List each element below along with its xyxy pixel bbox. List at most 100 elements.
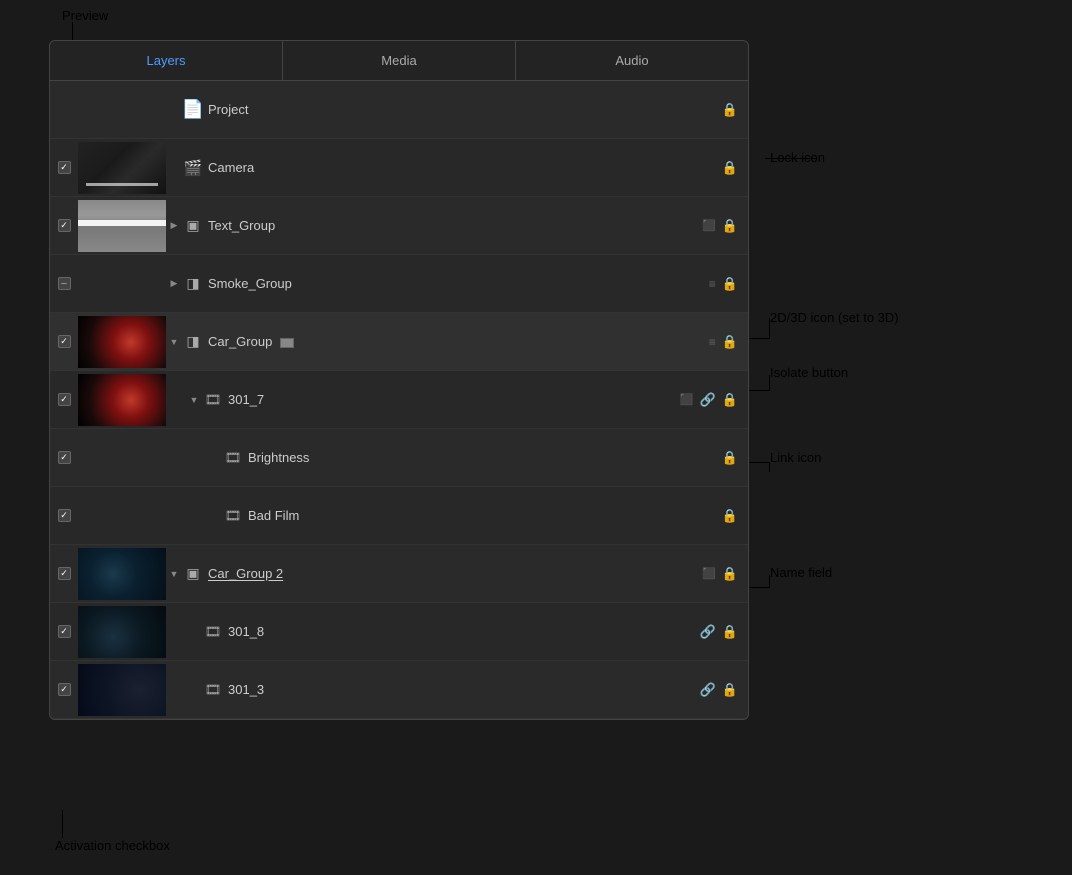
tab-bar: Layers Media Audio bbox=[50, 41, 748, 81]
car-group-2-checkbox-area[interactable] bbox=[50, 567, 78, 580]
301-3-actions: 🔗 🔒 bbox=[700, 682, 748, 698]
text-group-activation-checkbox[interactable] bbox=[58, 219, 71, 232]
car-group-activation-checkbox[interactable] bbox=[58, 335, 71, 348]
car-group-expand[interactable]: ▼ bbox=[166, 334, 182, 350]
brightness-checkbox-area[interactable] bbox=[50, 451, 78, 464]
layer-row-301-8: 🎞 301_8 🔗 🔒 bbox=[50, 603, 748, 661]
301-8-lock-icon[interactable]: 🔒 bbox=[722, 624, 738, 640]
301-8-icon: 🎞 bbox=[202, 624, 224, 640]
layers-list: 📄 Project 🔒 🎬 Camera 🔒 ▶ bbox=[50, 81, 748, 719]
layer-row-bad-film: 🎞 Bad Film 🔒 bbox=[50, 487, 748, 545]
camera-activation-checkbox[interactable] bbox=[58, 161, 71, 174]
car-group-icon: ◨ bbox=[182, 333, 204, 350]
project-actions: 🔒 bbox=[722, 102, 748, 118]
text-group-expand[interactable]: ▶ bbox=[166, 218, 182, 234]
isolate-annotation-label: Isolate button bbox=[770, 365, 848, 380]
smoke-group-icon: ◨ bbox=[182, 275, 204, 292]
layer-row-smoke-group: ▶ ◨ Smoke_Group ≡ 🔒 bbox=[50, 255, 748, 313]
301-8-activation-checkbox[interactable] bbox=[58, 625, 71, 638]
layer-row-301-3: 🎞 301_3 🔗 🔒 bbox=[50, 661, 748, 719]
car-group-name: Car_Group bbox=[204, 334, 709, 349]
layer-row-brightness: 🎞 Brightness 🔒 bbox=[50, 429, 748, 487]
car-group-2-expand[interactable]: ▼ bbox=[166, 566, 182, 582]
link-annotation-line-h bbox=[748, 462, 770, 463]
301-7-checkbox-area[interactable] bbox=[50, 393, 78, 406]
name-annotation-label: Name field bbox=[770, 565, 832, 580]
isolate-annotation-line-v bbox=[769, 375, 770, 391]
layer-row-car-group: ▼ ◨ Car_Group ≡ 🔒 bbox=[50, 313, 748, 371]
layer-row-text-group: ▶ ▣ Text_Group ⬛ 🔒 bbox=[50, 197, 748, 255]
project-lock-icon[interactable]: 🔒 bbox=[722, 102, 738, 118]
text-group-checkbox-area[interactable] bbox=[50, 219, 78, 232]
301-8-no-expand bbox=[186, 624, 202, 640]
camera-icon: 🎬 bbox=[182, 159, 204, 177]
car-group-3d-icon[interactable]: ≡ bbox=[709, 335, 716, 349]
link-annotation-label: Link icon bbox=[770, 450, 821, 465]
car-group-isolate-button[interactable] bbox=[280, 338, 294, 348]
brightness-name: Brightness bbox=[244, 450, 722, 465]
project-icon: 📄 bbox=[182, 99, 204, 120]
301-3-checkbox-area[interactable] bbox=[50, 683, 78, 696]
bad-film-checkbox-area[interactable] bbox=[50, 509, 78, 522]
text-group-lock-icon[interactable]: 🔒 bbox=[722, 218, 738, 234]
301-3-link-icon[interactable]: 🔗 bbox=[700, 682, 716, 698]
brightness-lock-icon[interactable]: 🔒 bbox=[722, 450, 738, 466]
301-3-icon: 🎞 bbox=[202, 682, 224, 698]
brightness-no-expand bbox=[206, 450, 222, 466]
smoke-group-expand[interactable]: ▶ bbox=[166, 276, 182, 292]
301-8-actions: 🔗 🔒 bbox=[700, 624, 748, 640]
preview-annotation-label: Preview bbox=[62, 8, 108, 23]
activation-annotation-line-v bbox=[62, 810, 63, 838]
car-group-2-name[interactable]: Car_Group 2 bbox=[204, 566, 702, 581]
smoke-group-checkbox-area[interactable] bbox=[50, 277, 78, 290]
project-no-expand bbox=[166, 102, 182, 118]
lock-annotation-line bbox=[765, 158, 817, 159]
bad-film-activation-checkbox[interactable] bbox=[58, 509, 71, 522]
smoke-group-activation-checkbox[interactable] bbox=[58, 277, 71, 290]
text-group-name: Text_Group bbox=[204, 218, 702, 233]
smoke-group-name: Smoke_Group bbox=[204, 276, 709, 291]
car-group-2-thumbnail bbox=[78, 548, 166, 600]
301-7-isolate-icon[interactable]: ⬛ bbox=[680, 393, 694, 406]
car-group-checkbox-area[interactable] bbox=[50, 335, 78, 348]
car-group-thumbnail bbox=[78, 316, 166, 368]
smoke-group-actions: ≡ 🔒 bbox=[709, 276, 748, 292]
301-8-checkbox-area[interactable] bbox=[50, 625, 78, 638]
301-8-link-icon[interactable]: 🔗 bbox=[700, 624, 716, 640]
301-7-lock-icon[interactable]: 🔒 bbox=[722, 392, 738, 408]
301-3-lock-icon[interactable]: 🔒 bbox=[722, 682, 738, 698]
camera-thumbnail bbox=[78, 142, 166, 194]
layers-panel: Layers Media Audio 📄 Project 🔒 bbox=[49, 40, 749, 720]
bad-film-lock-icon[interactable]: 🔒 bbox=[722, 508, 738, 524]
301-8-thumbnail bbox=[78, 606, 166, 658]
tab-audio[interactable]: Audio bbox=[516, 41, 748, 80]
tab-layers[interactable]: Layers bbox=[50, 41, 283, 80]
smoke-group-lock-icon[interactable]: 🔒 bbox=[722, 276, 738, 292]
name-annotation-line-v bbox=[769, 575, 770, 588]
text-group-isolate-icon[interactable]: ⬛ bbox=[702, 219, 716, 232]
301-7-expand[interactable]: ▼ bbox=[186, 392, 202, 408]
bad-film-no-expand bbox=[206, 508, 222, 524]
301-3-thumbnail bbox=[78, 664, 166, 716]
car-group-2-isolate-icon[interactable]: ⬛ bbox=[702, 567, 716, 580]
link-annotation-line-v bbox=[769, 462, 770, 472]
camera-lock-icon[interactable]: 🔒 bbox=[722, 160, 738, 176]
301-3-no-expand bbox=[186, 682, 202, 698]
car-group-actions: ≡ 🔒 bbox=[709, 334, 748, 350]
tab-media[interactable]: Media bbox=[283, 41, 516, 80]
project-name: Project bbox=[204, 102, 722, 117]
car-group-2-lock-icon[interactable]: 🔒 bbox=[722, 566, 738, 582]
301-3-activation-checkbox[interactable] bbox=[58, 683, 71, 696]
301-7-link-icon[interactable]: 🔗 bbox=[700, 392, 716, 408]
car-group-2-activation-checkbox[interactable] bbox=[58, 567, 71, 580]
301-3-name: 301_3 bbox=[224, 682, 700, 697]
bad-film-actions: 🔒 bbox=[722, 508, 748, 524]
301-7-activation-checkbox[interactable] bbox=[58, 393, 71, 406]
car-group-lock-icon[interactable]: 🔒 bbox=[722, 334, 738, 350]
camera-checkbox-area[interactable] bbox=[50, 161, 78, 174]
brightness-icon: 🎞 bbox=[222, 450, 244, 466]
layer-row-301-7: ▼ 🎞 301_7 ⬛ 🔗 🔒 bbox=[50, 371, 748, 429]
bad-film-name: Bad Film bbox=[244, 508, 722, 523]
smoke-group-3d-icon[interactable]: ≡ bbox=[709, 277, 716, 291]
brightness-activation-checkbox[interactable] bbox=[58, 451, 71, 464]
